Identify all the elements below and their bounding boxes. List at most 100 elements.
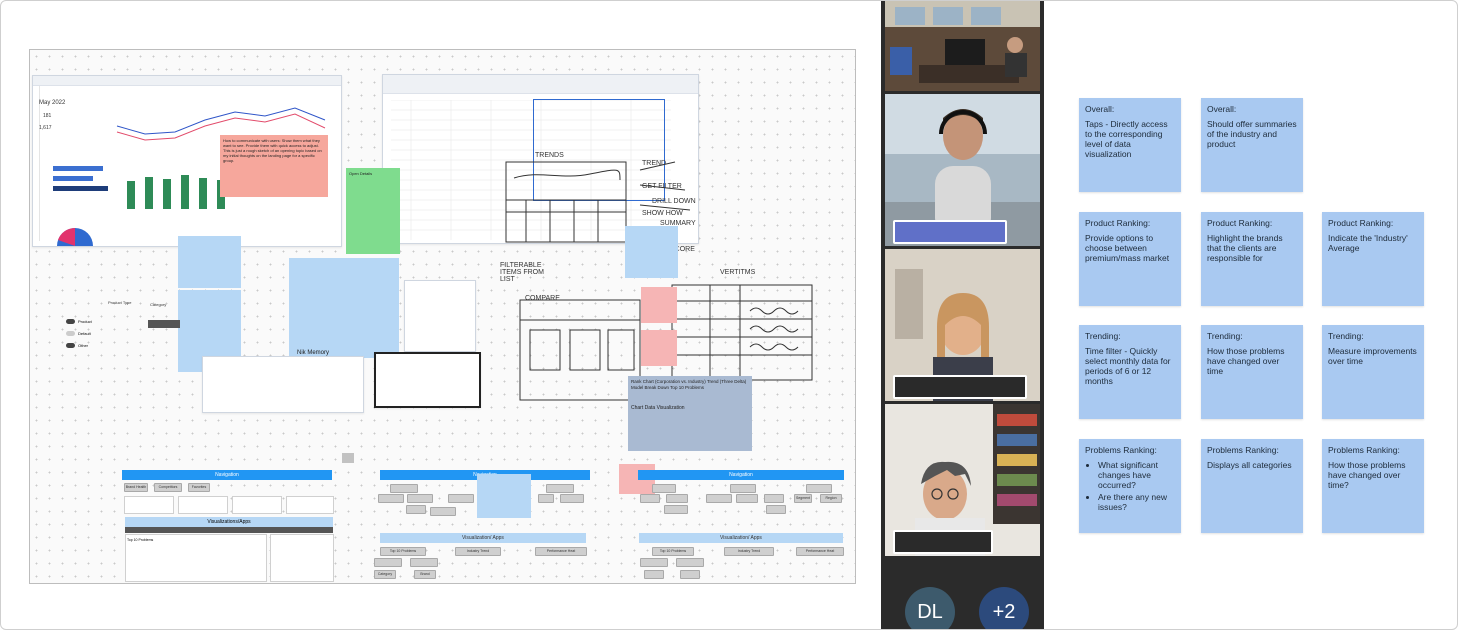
pink-sticky-2[interactable] <box>641 330 677 366</box>
whiteboard-canvas[interactable]: May 2022 181 1,617 How to communicate wi… <box>29 49 856 584</box>
video-tile-room[interactable] <box>885 1 1040 91</box>
viz-3-pill-3[interactable]: Performance Heat <box>796 547 844 556</box>
green-sticky-note[interactable]: Open Details <box>346 168 400 254</box>
viz-3-pill-7[interactable] <box>680 570 700 579</box>
nav-3-pill-4[interactable] <box>640 494 660 503</box>
card-trending-3[interactable]: Trending: Measure improvements over time <box>1322 325 1424 419</box>
small-grey-square[interactable] <box>342 453 354 463</box>
viz-2-pill-3[interactable]: Performance Heat <box>535 547 587 556</box>
viz-2-pill-2[interactable]: Industry Trend <box>455 547 501 556</box>
toggle-label-3: Other <box>78 343 89 348</box>
nav-2-pill-3[interactable] <box>378 494 404 503</box>
card-problems-ranking-1[interactable]: Problems Ranking: What significant chang… <box>1079 439 1181 533</box>
toggle-label-2: Default <box>78 331 91 336</box>
viz-header-1: Visualizations/Apps <box>125 517 333 527</box>
video-tile-woman[interactable] <box>885 249 1040 401</box>
nav-3-pill-5[interactable] <box>666 494 688 503</box>
card-product-ranking-1[interactable]: Product Ranking: Provide options to choo… <box>1079 212 1181 306</box>
viz-panel-1b <box>270 534 334 582</box>
card-trending-1[interactable]: Trending: Time filter - Quickly select m… <box>1079 325 1181 419</box>
nav-1-card-4 <box>286 496 334 514</box>
nav-3-pill-8[interactable] <box>764 494 784 503</box>
nav-1-card-1 <box>124 496 174 514</box>
viz-3-pill-2[interactable]: Industry Trend <box>724 547 774 556</box>
nav-2-pill-1[interactable] <box>390 484 418 493</box>
viz-2-pill-7[interactable]: Brand <box>414 570 436 579</box>
blue-sticky-right[interactable] <box>625 226 678 278</box>
table-screenshot[interactable] <box>202 356 364 413</box>
nav-2-pill-9[interactable] <box>430 507 456 516</box>
viz-2-pill-1[interactable]: Top 10 Problems <box>380 547 426 556</box>
blue-sticky-nav[interactable] <box>477 474 531 518</box>
sketch-label-filterable: FILTERABLE ITEMS FROM LIST <box>500 262 544 283</box>
nav-3-pill-3[interactable] <box>806 484 832 493</box>
viz-subbar-1 <box>125 527 333 533</box>
nav-3-pill-1[interactable] <box>652 484 676 493</box>
nav-2-pill-6[interactable] <box>538 494 554 503</box>
video-call-panel: DL +2 <box>881 1 1044 629</box>
card-overall-1[interactable]: Overall: Taps - Directly access to the c… <box>1079 98 1181 192</box>
nav-1-tab-c[interactable]: Favorites <box>188 483 210 492</box>
nav-2-pill-4[interactable] <box>407 494 433 503</box>
viz-3-pill-5[interactable] <box>676 558 704 567</box>
nav-2-pill-5[interactable] <box>448 494 474 503</box>
nav-2-pill-7[interactable] <box>560 494 584 503</box>
card-problems-ranking-3[interactable]: Problems Ranking: How those problems hav… <box>1322 439 1424 533</box>
nav-2-pill-8[interactable] <box>406 505 426 514</box>
nav-3-pill-9[interactable]: Segment <box>794 494 812 503</box>
nav-3-pill-10[interactable]: Region <box>820 494 842 503</box>
blue-sticky-overall[interactable] <box>178 236 241 288</box>
nav-1-tab-b[interactable]: Competitors <box>154 483 182 492</box>
salmon-sticky-note[interactable]: How to communicate with users: Show them… <box>220 135 328 197</box>
sketch-label-trends: TRENDS <box>535 152 564 159</box>
nav-1-card-3 <box>232 496 282 514</box>
problems-ranking-bullets: What significant changes have occurred? … <box>1085 460 1175 512</box>
viz-3-pill-4[interactable] <box>640 558 668 567</box>
participant-avatar[interactable]: DL <box>905 587 955 629</box>
toggle-row-2[interactable] <box>66 331 75 336</box>
nav-2-pill-2[interactable] <box>546 484 574 493</box>
video-tile-person[interactable] <box>885 404 1040 556</box>
toggle-row-1[interactable] <box>66 319 75 324</box>
nav-3-pill-2[interactable] <box>730 484 756 493</box>
card-trending-2[interactable]: Trending: How those problems have change… <box>1201 325 1303 419</box>
nav-3-pill-7[interactable] <box>736 494 758 503</box>
app-window: May 2022 181 1,617 How to communicate wi… <box>0 0 1458 630</box>
toggle-row-3[interactable] <box>66 343 75 348</box>
viz-3-pill-6[interactable] <box>644 570 664 579</box>
nameplate-man <box>893 220 1007 244</box>
blue-sticky-questions[interactable]: Nik Memory <box>289 258 399 358</box>
video-tile-man[interactable] <box>885 94 1040 246</box>
hand-drawn-table <box>671 284 813 381</box>
dashboard-metric: 181 <box>43 113 52 119</box>
sketch-label-trend: TREND <box>642 160 667 167</box>
viz-2-pill-5[interactable] <box>410 558 438 567</box>
viz-2-pill-4[interactable] <box>374 558 402 567</box>
category-selected[interactable] <box>148 320 180 328</box>
more-participants-button[interactable]: +2 <box>979 587 1029 629</box>
viz-3-pill-1[interactable]: Top 10 Problems <box>652 547 694 556</box>
card-product-ranking-3[interactable]: Product Ranking: Indicate the 'Industry'… <box>1322 212 1424 306</box>
dashboard-date: May 2022 <box>39 100 66 106</box>
slate-sticky-rank[interactable]: Rank Chart (Corporation vs. Industry) Tr… <box>628 376 752 451</box>
sketch-label-drilldown: DRILL DOWN <box>652 198 696 205</box>
pink-sticky-1[interactable] <box>641 287 677 323</box>
viz-1-pill-label: Top 10 Problems <box>127 538 154 542</box>
sketch-label-vertitms: VERTITMS <box>720 269 756 276</box>
nameplate-woman <box>893 375 1027 399</box>
viz-2-pill-6[interactable]: Category <box>374 570 396 579</box>
card-overall-2[interactable]: Overall: Should offer summaries of the i… <box>1201 98 1303 192</box>
category-label: Category <box>150 302 167 307</box>
sketch-label-compare: COMPARE <box>525 295 560 302</box>
viz-header-3: Visualization/ Apps <box>639 533 843 543</box>
dialog-screenshot[interactable] <box>374 352 481 408</box>
nav-3-pill-11[interactable] <box>664 505 688 514</box>
card-problems-ranking-2[interactable]: Problems Ranking: Displays all categorie… <box>1201 439 1303 533</box>
toggle-label-1: Product <box>78 319 92 324</box>
nav-3-pill-12[interactable] <box>766 505 786 514</box>
slate-caption: Chart Data Visualization <box>631 405 685 411</box>
document-screenshot[interactable] <box>404 280 476 352</box>
nav-1-tab-a[interactable]: Brand Health <box>124 483 148 492</box>
nav-3-pill-6[interactable] <box>706 494 732 503</box>
card-product-ranking-2[interactable]: Product Ranking: Highlight the brands th… <box>1201 212 1303 306</box>
